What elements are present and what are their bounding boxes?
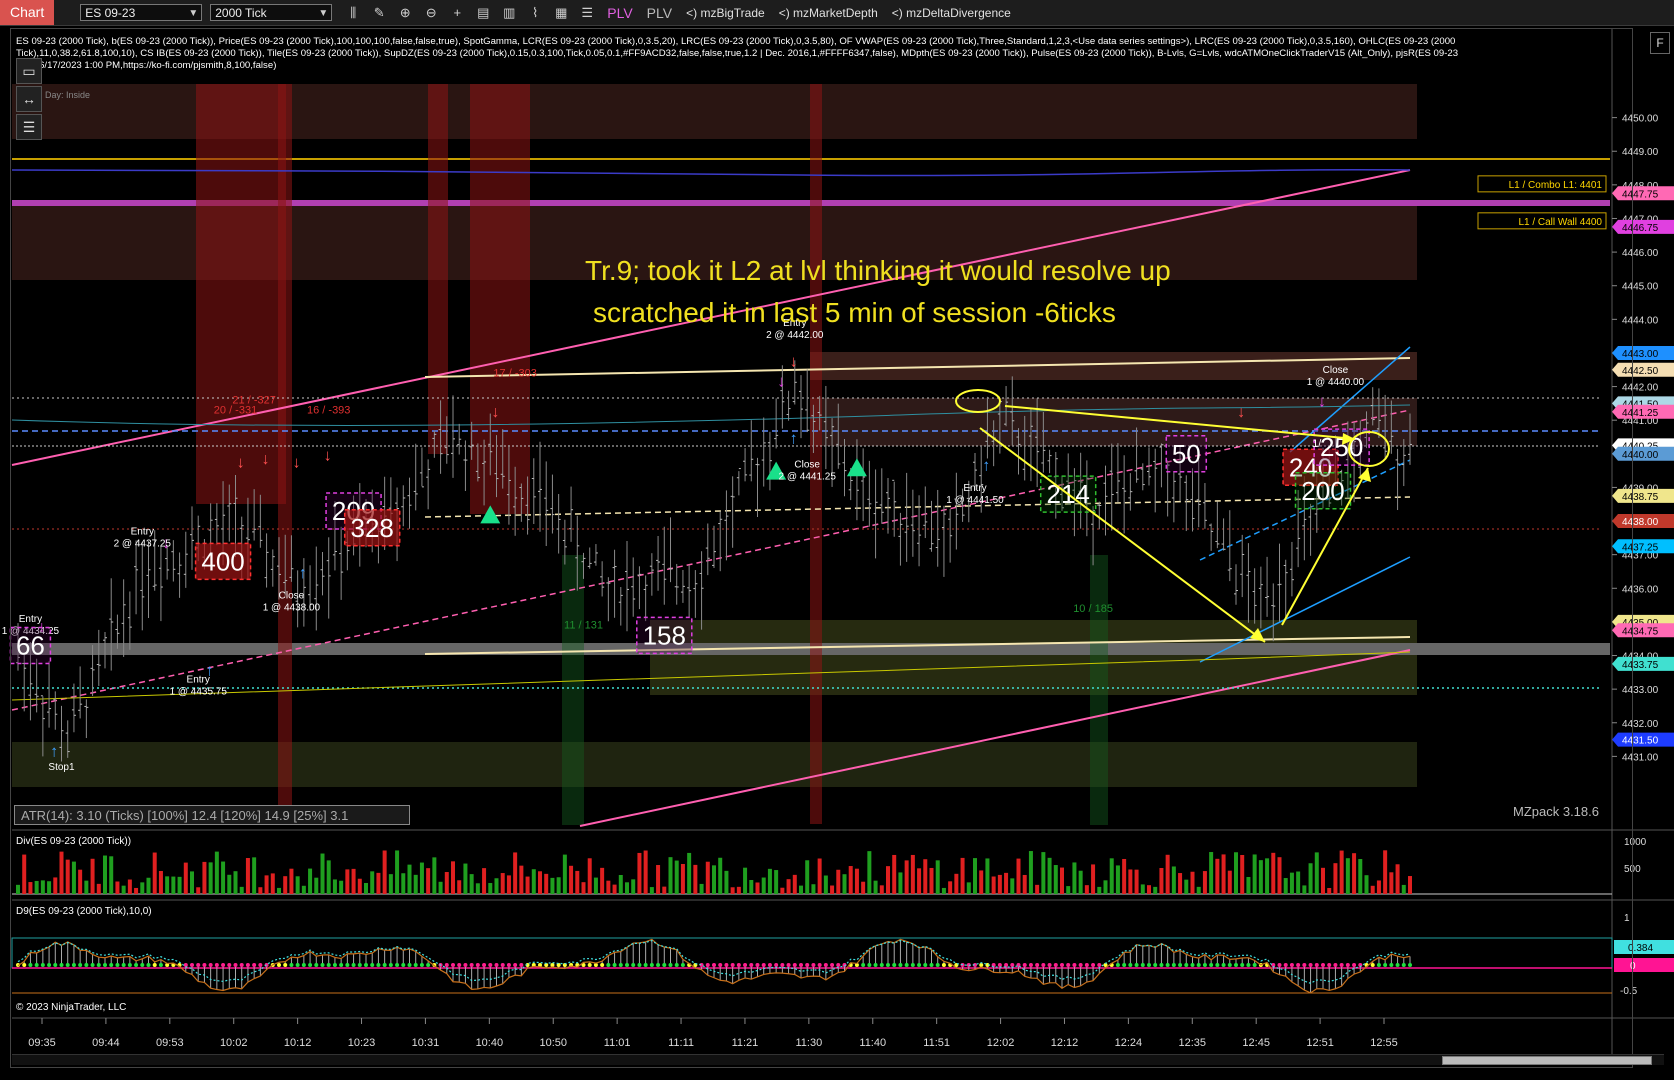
scrollbar-thumb[interactable] bbox=[1442, 1056, 1652, 1065]
menu-icon[interactable]: ☰ bbox=[16, 114, 42, 140]
chart-frame bbox=[10, 28, 1633, 1068]
d9-panel-label: D9(ES 09-23 (2000 Tick),10,0) bbox=[16, 906, 152, 917]
div-panel-label: Div(ES 09-23 (2000 Tick)) bbox=[16, 836, 132, 847]
ruler-icon[interactable]: ▭ bbox=[16, 58, 42, 84]
arrows-icon[interactable]: ↔ bbox=[16, 86, 42, 112]
info-line-1: ES 09-23 (2000 Tick), b(ES 09-23 (2000 T… bbox=[16, 36, 1456, 47]
info-line-3: Tick),6/17/2023 1:00 PM,https://ko-fi.co… bbox=[16, 60, 277, 71]
corner-button[interactable]: F bbox=[1650, 32, 1670, 54]
horizontal-scrollbar[interactable] bbox=[12, 1054, 1664, 1065]
indicator-info-text: ES 09-23 (2000 Tick), b(ES 09-23 (2000 T… bbox=[16, 36, 1606, 72]
info-line-2: Tick),11,0,38.2,61.8,100,10), CS IB(ES 0… bbox=[16, 48, 1459, 59]
atr-box: ATR(14): 3.10 (Ticks) [100%] 12.4 [120%]… bbox=[14, 805, 410, 825]
copyright-label: © 2023 NinjaTrader, LLC bbox=[16, 1002, 127, 1013]
